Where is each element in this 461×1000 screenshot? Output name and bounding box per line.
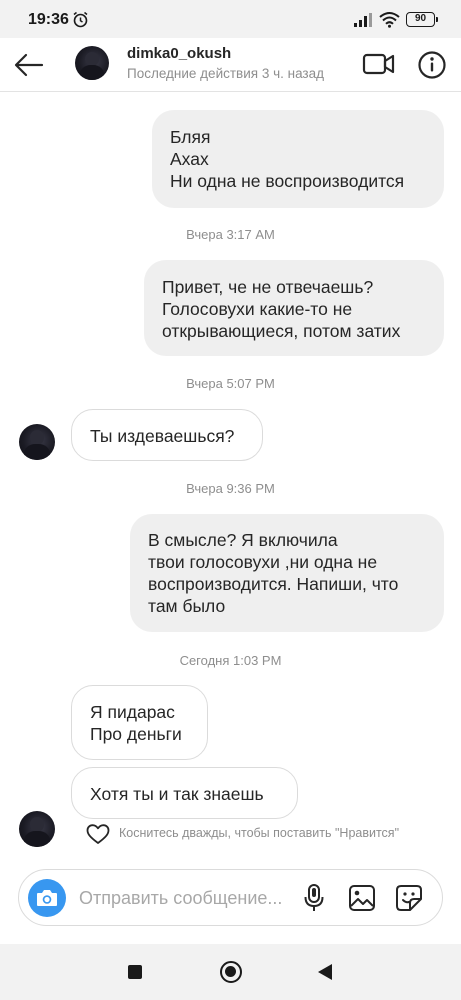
battery-indicator: 90 <box>406 12 438 27</box>
message-outgoing[interactable]: В смысле? Я включила твои голосовухи ,ни… <box>130 514 444 632</box>
last-seen-status: Последние действия 3 ч. назад <box>127 66 324 81</box>
signal-icon <box>354 13 372 27</box>
home-button[interactable] <box>220 961 242 983</box>
camera-icon <box>37 890 57 906</box>
message-incoming[interactable]: Ты издеваешься? <box>71 409 263 461</box>
gallery-icon[interactable] <box>348 884 376 912</box>
message-outgoing[interactable]: Бляя Ахах Ни одна не воспроизводится <box>152 110 444 208</box>
sender-avatar[interactable] <box>19 811 55 847</box>
message-timestamp: Вчера 5:07 PM <box>186 376 275 391</box>
heart-icon[interactable] <box>86 824 110 845</box>
system-back-button[interactable] <box>318 964 332 980</box>
message-incoming[interactable]: Хотя ты и так знаешь <box>71 767 298 819</box>
video-call-icon[interactable] <box>362 50 396 78</box>
info-icon[interactable] <box>417 50 447 80</box>
alarm-icon <box>73 11 88 28</box>
back-arrow-icon[interactable] <box>12 48 46 82</box>
message-timestamp: Вчера 9:36 PM <box>186 481 275 496</box>
avatar[interactable] <box>75 46 109 80</box>
status-bar: 19:36 90 <box>0 0 461 38</box>
like-hint-text: Коснитесь дважды, чтобы поставить "Нрави… <box>119 826 400 840</box>
message-incoming[interactable]: Я пидарас Про деньги <box>71 685 208 760</box>
message-outgoing[interactable]: Привет, че не отвечаешь? Голосовухи каки… <box>144 260 444 356</box>
wifi-icon <box>379 12 400 28</box>
chat-header: dimka0_okush Последние действия 3 ч. наз… <box>0 38 461 92</box>
username[interactable]: dimka0_okush <box>127 45 231 62</box>
recents-button[interactable] <box>128 965 142 979</box>
status-time: 19:36 <box>28 11 69 28</box>
sender-avatar[interactable] <box>19 424 55 460</box>
like-hint-row: Коснитесь дважды, чтобы поставить "Нрави… <box>86 822 456 846</box>
message-timestamp: Вчера 3:17 AM <box>186 227 275 242</box>
sticker-icon[interactable] <box>395 884 423 912</box>
message-composer <box>18 869 443 926</box>
system-nav-bar <box>0 944 461 1000</box>
message-timestamp: Сегодня 1:03 PM <box>179 653 282 668</box>
battery-level: 90 <box>414 13 427 24</box>
message-input[interactable] <box>79 885 299 911</box>
camera-button[interactable] <box>28 879 66 917</box>
microphone-icon[interactable] <box>303 883 325 913</box>
